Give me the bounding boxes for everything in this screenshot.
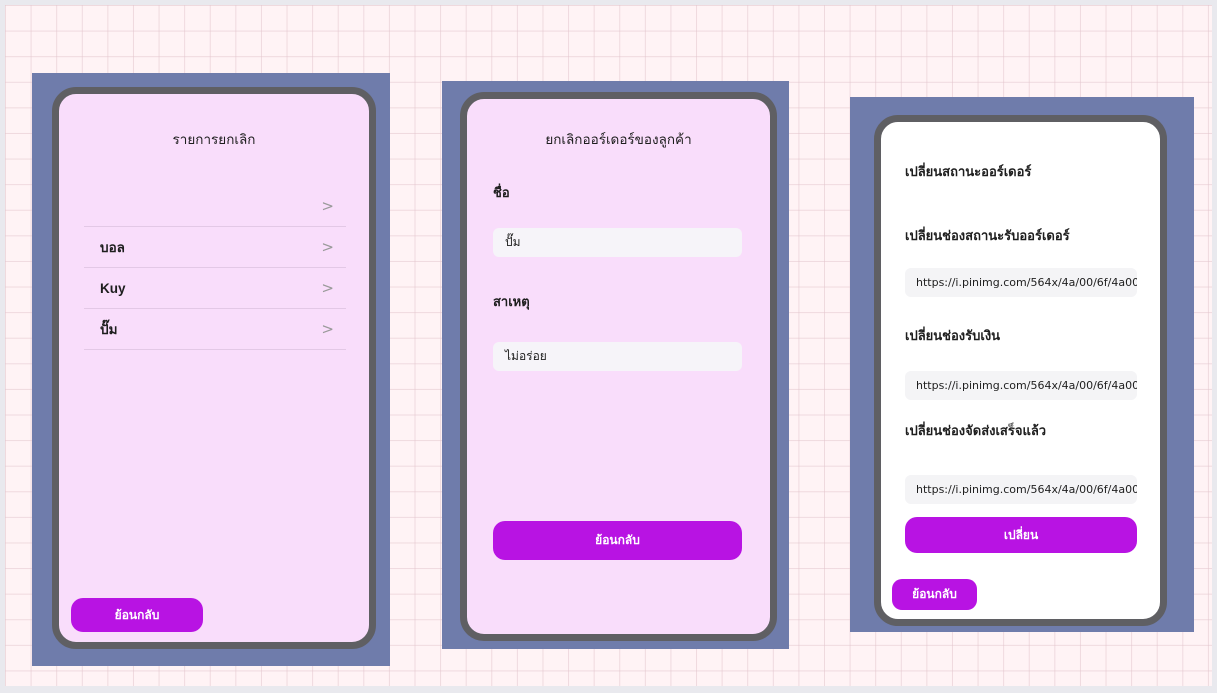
status-settings-frame: เปลี่ยนสถานะออร์เดอร์ เปลี่ยนช่องสถานะรั… [850, 97, 1194, 632]
list-item[interactable]: > [84, 186, 346, 227]
page-title: รายการยกเลิก [172, 132, 256, 148]
cancel-form-frame: ยกเลิกออร์เดอร์ของลูกค้า ชื่อ ปั๊ม สาเหต… [442, 81, 789, 649]
shipped-label: เปลี่ยนช่องจัดส่งเสร็จแล้ว [905, 424, 1047, 439]
chevron-right-icon: > [321, 197, 334, 215]
list-item[interactable]: ปั๊ม > [84, 309, 346, 350]
reason-field[interactable]: ไม่อร่อย [493, 342, 742, 371]
received-status-label: เปลี่ยนช่องสถานะรับออร์เดอร์ [905, 229, 1070, 244]
reason-label: สาเหตุ [493, 295, 530, 310]
list-item-label: บอล [100, 240, 125, 255]
back-button[interactable]: ย้อนกลับ [71, 598, 203, 632]
cancel-form-screen: ยกเลิกออร์เดอร์ของลูกค้า ชื่อ ปั๊ม สาเหต… [460, 92, 777, 641]
back-button[interactable]: ย้อนกลับ [892, 579, 977, 610]
chevron-right-icon: > [321, 320, 334, 338]
shipped-field[interactable]: https://i.pinimg.com/564x/4a/00/6f/4a006 [905, 475, 1137, 504]
name-field[interactable]: ปั๊ม [493, 228, 742, 257]
list-item[interactable]: Kuy > [84, 268, 346, 309]
status-settings-screen: เปลี่ยนสถานะออร์เดอร์ เปลี่ยนช่องสถานะรั… [874, 115, 1167, 626]
section-heading: เปลี่ยนสถานะออร์เดอร์ [905, 165, 1032, 180]
received-status-field[interactable]: https://i.pinimg.com/564x/4a/00/6f/4a006 [905, 268, 1137, 297]
cancel-list-frame: รายการยกเลิก > บอล > Kuy > ปั๊ม > ย้อนกล… [32, 73, 390, 666]
chevron-right-icon: > [321, 279, 334, 297]
payment-label: เปลี่ยนช่องรับเงิน [905, 329, 1001, 344]
name-label: ชื่อ [493, 186, 510, 201]
back-button[interactable]: ย้อนกลับ [493, 521, 742, 560]
list-item[interactable]: บอล > [84, 227, 346, 268]
page-title: ยกเลิกออร์เดอร์ของลูกค้า [545, 132, 692, 148]
cancel-list-screen: รายการยกเลิก > บอล > Kuy > ปั๊ม > ย้อนกล… [52, 87, 376, 649]
list-item-label: ปั๊ม [100, 322, 118, 337]
list-item-label: Kuy [100, 280, 126, 296]
payment-field[interactable]: https://i.pinimg.com/564x/4a/00/6f/4a006 [905, 371, 1137, 400]
chevron-right-icon: > [321, 238, 334, 256]
cancel-list: > บอล > Kuy > ปั๊ม > [84, 186, 346, 350]
change-button[interactable]: เปลี่ยน [905, 517, 1137, 553]
